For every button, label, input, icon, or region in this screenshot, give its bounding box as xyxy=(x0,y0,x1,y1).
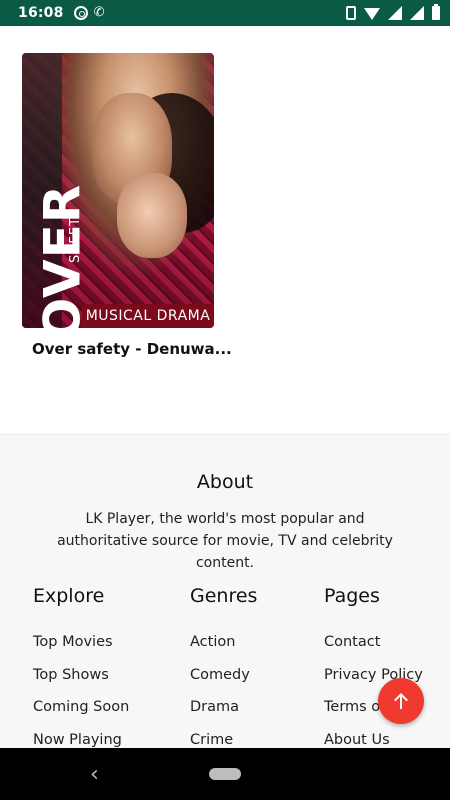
battery-icon xyxy=(432,4,440,20)
back-chevron-icon[interactable]: ‹ xyxy=(90,762,99,787)
home-pill-icon[interactable] xyxy=(209,768,241,780)
wifi-icon xyxy=(364,8,380,20)
link-comedy[interactable]: Comedy xyxy=(190,667,257,700)
footer-column-explore: Explore Top Movies Top Shows Coming Soon… xyxy=(33,585,129,764)
link-action[interactable]: Action xyxy=(190,634,257,667)
at-circle-icon xyxy=(73,6,88,20)
pages-heading: Pages xyxy=(324,585,380,607)
phone-call-icon: ✆ xyxy=(93,5,105,20)
status-left-icons: ✆ xyxy=(73,5,110,21)
signal-icon xyxy=(410,6,424,20)
movie-poster[interactable]: OVER SAFETY MUSICAL DRAMA xyxy=(22,53,214,328)
poster-genre-strip: MUSICAL DRAMA xyxy=(82,304,214,328)
link-coming-soon[interactable]: Coming Soon xyxy=(33,699,129,732)
poster-genre-text: MUSICAL DRAMA xyxy=(85,308,211,324)
movie-title[interactable]: Over safety - Denuwa... xyxy=(22,340,232,358)
genres-links: Action Comedy Drama Crime xyxy=(190,634,257,764)
about-text: LK Player, the world's most popular and … xyxy=(57,511,393,571)
signal-x-icon xyxy=(388,6,402,20)
status-right-icons xyxy=(346,4,440,20)
explore-heading: Explore xyxy=(33,585,105,607)
footer-column-pages: Pages Contact Privacy Policy Terms of Us… xyxy=(324,585,423,764)
footer-column-genres: Genres Action Comedy Drama Crime xyxy=(190,585,257,764)
about-title: About xyxy=(196,471,254,493)
link-top-shows[interactable]: Top Shows xyxy=(33,667,129,700)
genres-heading: Genres xyxy=(190,585,258,607)
poster-subtitle-text: SAFETY xyxy=(67,208,83,263)
system-nav-bar: ‹ xyxy=(0,748,450,800)
scroll-to-top-button[interactable] xyxy=(378,678,424,724)
explore-links: Top Movies Top Shows Coming Soon Now Pla… xyxy=(33,634,129,764)
arrow-up-icon xyxy=(394,693,408,709)
movie-card[interactable]: OVER SAFETY MUSICAL DRAMA Over safety - … xyxy=(22,53,232,358)
link-contact[interactable]: Contact xyxy=(324,634,423,667)
vibrate-icon xyxy=(346,6,356,20)
link-drama[interactable]: Drama xyxy=(190,699,257,732)
link-top-movies[interactable]: Top Movies xyxy=(33,634,129,667)
status-bar: 16:08 ✆ xyxy=(0,0,450,26)
poster-face2-shape xyxy=(117,173,187,258)
status-time: 16:08 xyxy=(18,5,64,21)
